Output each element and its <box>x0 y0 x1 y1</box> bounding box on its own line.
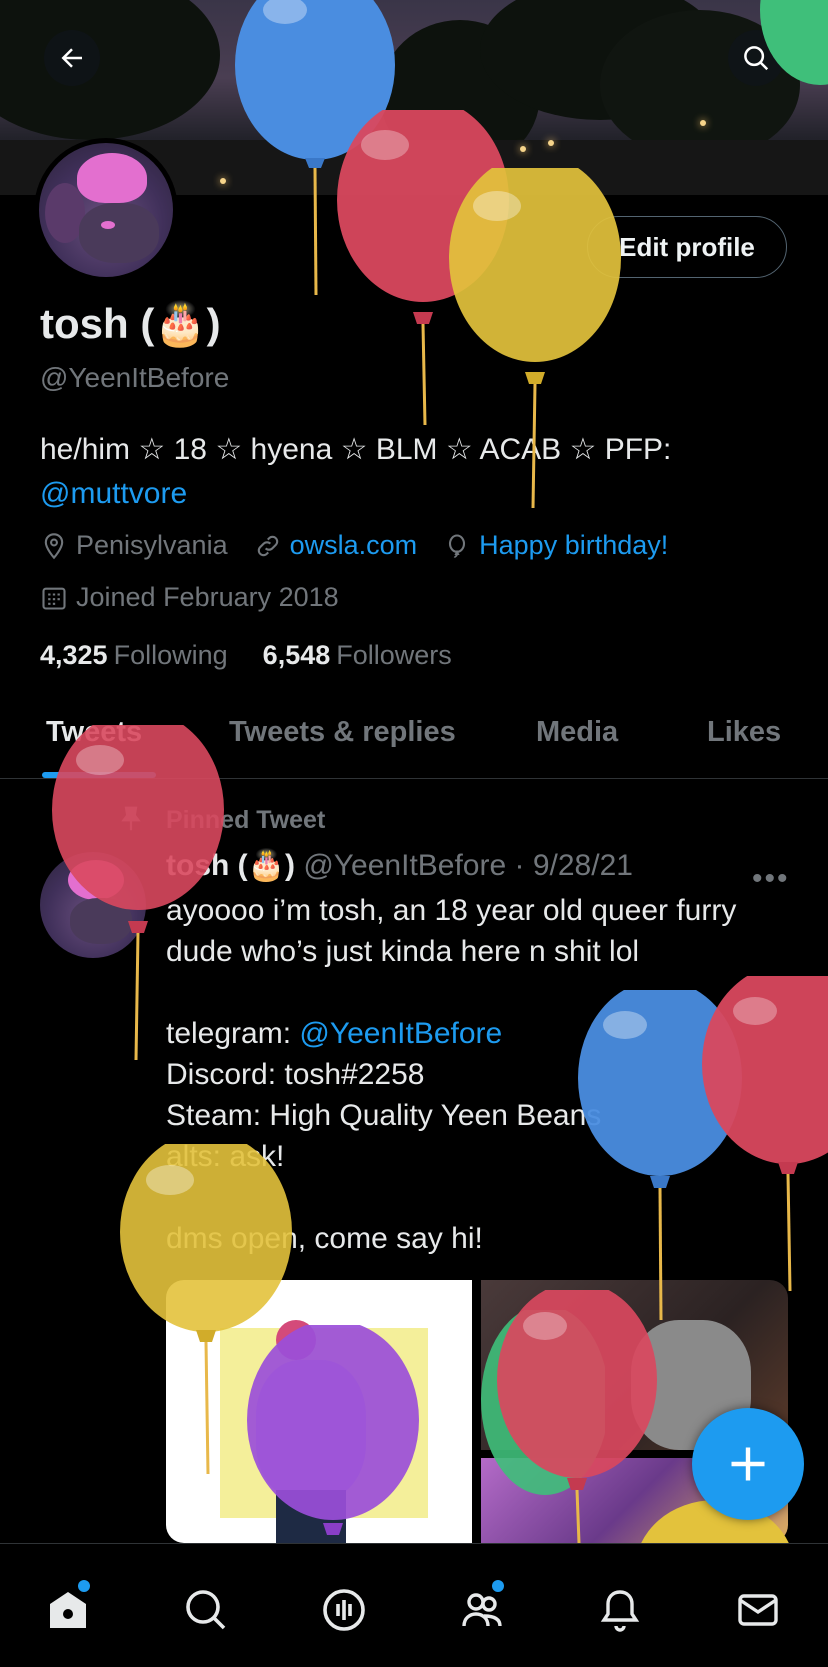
profile-handle: @YeenItBefore <box>40 362 230 393</box>
tweet-avatar[interactable] <box>40 852 146 958</box>
profile-website-link[interactable]: owsla.com <box>290 530 418 561</box>
pinned-label: Pinned Tweet <box>166 806 326 834</box>
location-pin-icon <box>44 532 64 559</box>
pin-icon <box>121 806 141 831</box>
followers-link[interactable]: 6,548 Followers <box>263 640 452 670</box>
search-button[interactable] <box>728 30 784 86</box>
nav-notifications[interactable] <box>596 1586 644 1634</box>
calendar-icon <box>42 587 66 610</box>
nav-messages[interactable] <box>734 1586 782 1634</box>
search-icon <box>186 1590 226 1630</box>
tweet-media-image-1[interactable] <box>166 1280 472 1543</box>
profile-birthday: Happy birthday! <box>479 530 669 560</box>
plus-icon <box>731 1447 765 1481</box>
tweet-author-name[interactable]: tosh (🎂) <box>166 849 295 882</box>
link-icon <box>257 535 278 556</box>
following-label: Following <box>113 640 228 670</box>
tab-tweets[interactable]: Tweets <box>46 716 142 749</box>
home-notification-dot <box>78 1580 90 1592</box>
profile-name: tosh (🎂) <box>40 300 221 347</box>
nav-spaces[interactable] <box>320 1586 368 1634</box>
bio-mention-link[interactable]: @muttvore <box>40 477 187 510</box>
profile-meta: Penisylvania owsla.com Happy birthday! <box>40 530 694 561</box>
tweet-intro: ayoooo i’m tosh, an 18 year old queer fu… <box>166 894 745 968</box>
compose-tweet-button[interactable] <box>692 1408 804 1520</box>
arrow-left-icon <box>61 48 82 68</box>
tab-likes[interactable]: Likes <box>707 716 781 749</box>
messages-icon <box>738 1594 778 1626</box>
nav-communities[interactable] <box>458 1580 506 1634</box>
edit-profile-button[interactable]: Edit profile <box>587 216 787 278</box>
tweet-author-handle[interactable]: @YeenItBefore <box>303 849 506 882</box>
tweet-date[interactable]: · 9/28/21 <box>515 849 633 882</box>
profile-tabs: Tweets Tweets & replies Media Likes <box>0 700 828 779</box>
back-button[interactable] <box>44 30 100 86</box>
profile-joined: Joined February 2018 <box>76 582 339 612</box>
profile-avatar[interactable] <box>34 138 178 282</box>
bio-text: he/him ☆ 18 ☆ hyena ☆ BLM ☆ ACAB ☆ PFP: <box>40 433 672 466</box>
tweet-media-grid <box>166 1280 788 1543</box>
balloon-icon <box>449 533 466 558</box>
communities-notification-dot <box>492 1580 504 1592</box>
active-tab-indicator <box>42 772 156 778</box>
notifications-icon <box>600 1590 640 1632</box>
search-icon <box>744 46 769 71</box>
tab-tweets-replies[interactable]: Tweets & replies <box>229 716 456 749</box>
profile-location: Penisylvania <box>76 530 228 560</box>
tweet-header: tosh (🎂) @YeenItBefore · 9/28/21 <box>166 848 633 883</box>
tweet-text: ayoooo i’m tosh, an 18 year old queer fu… <box>166 890 786 1259</box>
following-count: 4,325 <box>40 640 108 670</box>
spaces-icon <box>323 1589 365 1631</box>
home-icon <box>50 1592 86 1628</box>
tweet-body-rest: Discord: tosh#2258 Steam: High Quality Y… <box>166 1058 602 1255</box>
profile-bio: he/him ☆ 18 ☆ hyena ☆ BLM ☆ ACAB ☆ PFP: … <box>40 428 800 516</box>
nav-home[interactable] <box>44 1580 92 1634</box>
profile-joined-row: Joined February 2018 <box>40 582 365 613</box>
tweet-telegram-link[interactable]: @YeenItBefore <box>299 1017 502 1050</box>
nav-search[interactable] <box>182 1586 230 1634</box>
bottom-navigation <box>0 1543 828 1667</box>
communities-icon <box>462 1593 502 1627</box>
follow-counts: 4,325 Following 6,548 Followers <box>40 640 452 671</box>
followers-label: Followers <box>336 640 452 670</box>
tweet-telegram-label: telegram: <box>166 1017 300 1050</box>
followers-count: 6,548 <box>262 640 331 670</box>
tab-media[interactable]: Media <box>536 716 618 749</box>
following-link[interactable]: 4,325 Following <box>40 640 228 670</box>
